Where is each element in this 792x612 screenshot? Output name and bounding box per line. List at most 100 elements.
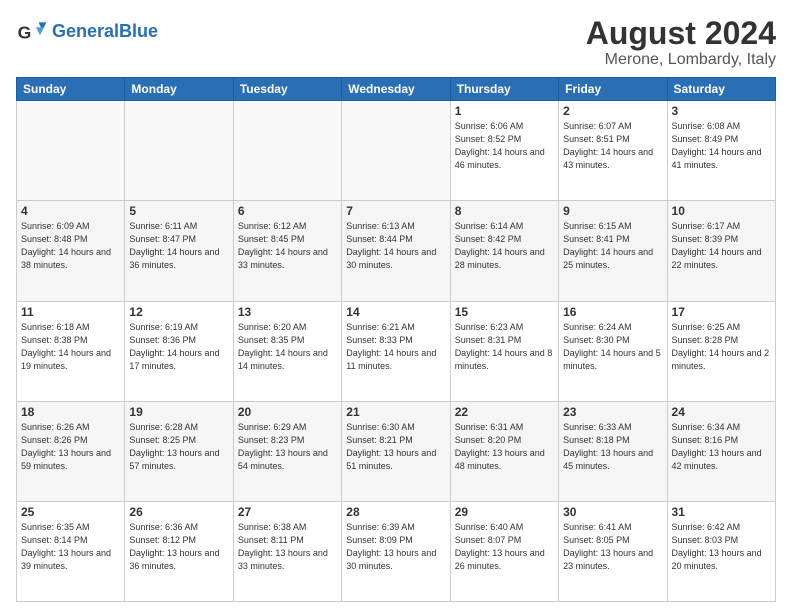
calendar-cell: 17 Sunrise: 6:25 AM Sunset: 8:28 PM Dayli… <box>667 301 775 401</box>
day-number: 13 <box>238 305 337 319</box>
weekday-header-monday: Monday <box>125 78 233 101</box>
day-info: Sunrise: 6:29 AM Sunset: 8:23 PM Dayligh… <box>238 421 337 473</box>
calendar-cell: 1Sunrise: 6:06 AM Sunset: 8:52 PM Daylig… <box>450 101 558 201</box>
day-number: 22 <box>455 405 554 419</box>
day-number: 17 <box>672 305 771 319</box>
calendar-cell: 12 Sunrise: 6:19 AM Sunset: 8:36 PM Dayli… <box>125 301 233 401</box>
day-info: Sunrise: 6:28 AM Sunset: 8:25 PM Dayligh… <box>129 421 228 473</box>
day-info: Sunrise: 6:34 AM Sunset: 8:16 PM Dayligh… <box>672 421 771 473</box>
day-info: Sunrise: 6:08 AM Sunset: 8:49 PM Dayligh… <box>672 120 771 172</box>
day-info: Sunrise: 6:35 AM Sunset: 8:14 PM Dayligh… <box>21 521 120 573</box>
logo-general: General <box>52 21 119 41</box>
calendar-title: August 2024 <box>586 16 776 51</box>
day-info: Sunrise: 6:13 AM Sunset: 8:44 PM Dayligh… <box>346 220 445 272</box>
day-number: 3 <box>672 104 771 118</box>
calendar-cell: 30 Sunrise: 6:41 AM Sunset: 8:05 PM Dayli… <box>559 501 667 601</box>
day-number: 19 <box>129 405 228 419</box>
header: G GeneralBlue August 2024 Merone, Lombar… <box>16 16 776 69</box>
calendar-cell: 18 Sunrise: 6:26 AM Sunset: 8:26 PM Dayli… <box>17 401 125 501</box>
calendar-cell: 28Sunrise: 6:39 AM Sunset: 8:09 PM Dayli… <box>342 501 450 601</box>
day-info: Sunrise: 6:06 AM Sunset: 8:52 PM Dayligh… <box>455 120 554 172</box>
calendar-cell: 6Sunrise: 6:12 AM Sunset: 8:45 PM Daylig… <box>233 201 341 301</box>
calendar-subtitle: Merone, Lombardy, Italy <box>586 51 776 69</box>
calendar-cell <box>233 101 341 201</box>
day-info: Sunrise: 6:31 AM Sunset: 8:20 PM Dayligh… <box>455 421 554 473</box>
calendar-cell: 26Sunrise: 6:36 AM Sunset: 8:12 PM Dayli… <box>125 501 233 601</box>
day-info: Sunrise: 6:21 AM Sunset: 8:33 PM Dayligh… <box>346 321 445 373</box>
calendar-cell: 5Sunrise: 6:11 AM Sunset: 8:47 PM Daylig… <box>125 201 233 301</box>
weekday-header-sunday: Sunday <box>17 78 125 101</box>
day-number: 25 <box>21 505 120 519</box>
calendar-cell: 24 Sunrise: 6:34 AM Sunset: 8:16 PM Dayli… <box>667 401 775 501</box>
day-info: Sunrise: 6:17 AM Sunset: 8:39 PM Dayligh… <box>672 220 771 272</box>
week-row-1: 1Sunrise: 6:06 AM Sunset: 8:52 PM Daylig… <box>17 101 776 201</box>
day-info: Sunrise: 6:15 AM Sunset: 8:41 PM Dayligh… <box>563 220 662 272</box>
day-info: Sunrise: 6:24 AM Sunset: 8:30 PM Dayligh… <box>563 321 662 373</box>
day-number: 26 <box>129 505 228 519</box>
calendar-cell: 8 Sunrise: 6:14 AM Sunset: 8:42 PM Daylig… <box>450 201 558 301</box>
calendar-cell: 25 Sunrise: 6:35 AM Sunset: 8:14 PM Dayli… <box>17 501 125 601</box>
calendar-cell: 4Sunrise: 6:09 AM Sunset: 8:48 PM Daylig… <box>17 201 125 301</box>
calendar-cell <box>17 101 125 201</box>
day-number: 9 <box>563 204 662 218</box>
calendar-cell <box>125 101 233 201</box>
day-number: 7 <box>346 204 445 218</box>
week-row-3: 11Sunrise: 6:18 AM Sunset: 8:38 PM Dayli… <box>17 301 776 401</box>
calendar-cell: 20 Sunrise: 6:29 AM Sunset: 8:23 PM Dayli… <box>233 401 341 501</box>
calendar-cell: 14 Sunrise: 6:21 AM Sunset: 8:33 PM Dayli… <box>342 301 450 401</box>
day-info: Sunrise: 6:26 AM Sunset: 8:26 PM Dayligh… <box>21 421 120 473</box>
week-row-4: 18 Sunrise: 6:26 AM Sunset: 8:26 PM Dayli… <box>17 401 776 501</box>
day-number: 14 <box>346 305 445 319</box>
day-info: Sunrise: 6:25 AM Sunset: 8:28 PM Dayligh… <box>672 321 771 373</box>
day-info: Sunrise: 6:38 AM Sunset: 8:11 PM Dayligh… <box>238 521 337 573</box>
day-info: Sunrise: 6:20 AM Sunset: 8:35 PM Dayligh… <box>238 321 337 373</box>
calendar-cell: 9 Sunrise: 6:15 AM Sunset: 8:41 PM Daylig… <box>559 201 667 301</box>
week-row-2: 4Sunrise: 6:09 AM Sunset: 8:48 PM Daylig… <box>17 201 776 301</box>
logo-text: GeneralBlue <box>52 22 158 42</box>
day-number: 29 <box>455 505 554 519</box>
day-info: Sunrise: 6:23 AM Sunset: 8:31 PM Dayligh… <box>455 321 554 373</box>
day-number: 8 <box>455 204 554 218</box>
day-info: Sunrise: 6:39 AM Sunset: 8:09 PM Dayligh… <box>346 521 445 573</box>
day-info: Sunrise: 6:19 AM Sunset: 8:36 PM Dayligh… <box>129 321 228 373</box>
weekday-header-thursday: Thursday <box>450 78 558 101</box>
page: G GeneralBlue August 2024 Merone, Lombar… <box>0 0 792 612</box>
weekday-header-friday: Friday <box>559 78 667 101</box>
calendar-cell: 27 Sunrise: 6:38 AM Sunset: 8:11 PM Dayli… <box>233 501 341 601</box>
calendar-cell: 15 Sunrise: 6:23 AM Sunset: 8:31 PM Dayli… <box>450 301 558 401</box>
weekday-header-saturday: Saturday <box>667 78 775 101</box>
day-info: Sunrise: 6:40 AM Sunset: 8:07 PM Dayligh… <box>455 521 554 573</box>
day-info: Sunrise: 6:41 AM Sunset: 8:05 PM Dayligh… <box>563 521 662 573</box>
calendar-cell: 29 Sunrise: 6:40 AM Sunset: 8:07 PM Dayli… <box>450 501 558 601</box>
logo-icon: G <box>16 16 48 48</box>
calendar-table: SundayMondayTuesdayWednesdayThursdayFrid… <box>16 77 776 602</box>
calendar-cell: 11Sunrise: 6:18 AM Sunset: 8:38 PM Dayli… <box>17 301 125 401</box>
day-number: 6 <box>238 204 337 218</box>
svg-text:G: G <box>18 22 32 42</box>
calendar-cell: 7 Sunrise: 6:13 AM Sunset: 8:44 PM Daylig… <box>342 201 450 301</box>
calendar-cell: 23Sunrise: 6:33 AM Sunset: 8:18 PM Dayli… <box>559 401 667 501</box>
weekday-header-wednesday: Wednesday <box>342 78 450 101</box>
day-number: 16 <box>563 305 662 319</box>
calendar-cell: 31Sunrise: 6:42 AM Sunset: 8:03 PM Dayli… <box>667 501 775 601</box>
day-number: 27 <box>238 505 337 519</box>
day-number: 24 <box>672 405 771 419</box>
weekday-header-row: SundayMondayTuesdayWednesdayThursdayFrid… <box>17 78 776 101</box>
day-number: 20 <box>238 405 337 419</box>
day-number: 15 <box>455 305 554 319</box>
calendar-cell: 13 Sunrise: 6:20 AM Sunset: 8:35 PM Dayli… <box>233 301 341 401</box>
week-row-5: 25 Sunrise: 6:35 AM Sunset: 8:14 PM Dayli… <box>17 501 776 601</box>
day-number: 30 <box>563 505 662 519</box>
calendar-cell: 16 Sunrise: 6:24 AM Sunset: 8:30 PM Dayli… <box>559 301 667 401</box>
calendar-cell: 3 Sunrise: 6:08 AM Sunset: 8:49 PM Daylig… <box>667 101 775 201</box>
calendar-cell <box>342 101 450 201</box>
day-number: 18 <box>21 405 120 419</box>
logo-blue: Blue <box>119 21 158 41</box>
day-info: Sunrise: 6:11 AM Sunset: 8:47 PM Dayligh… <box>129 220 228 272</box>
day-number: 31 <box>672 505 771 519</box>
day-info: Sunrise: 6:07 AM Sunset: 8:51 PM Dayligh… <box>563 120 662 172</box>
day-number: 11 <box>21 305 120 319</box>
day-info: Sunrise: 6:09 AM Sunset: 8:48 PM Dayligh… <box>21 220 120 272</box>
day-number: 12 <box>129 305 228 319</box>
day-info: Sunrise: 6:14 AM Sunset: 8:42 PM Dayligh… <box>455 220 554 272</box>
